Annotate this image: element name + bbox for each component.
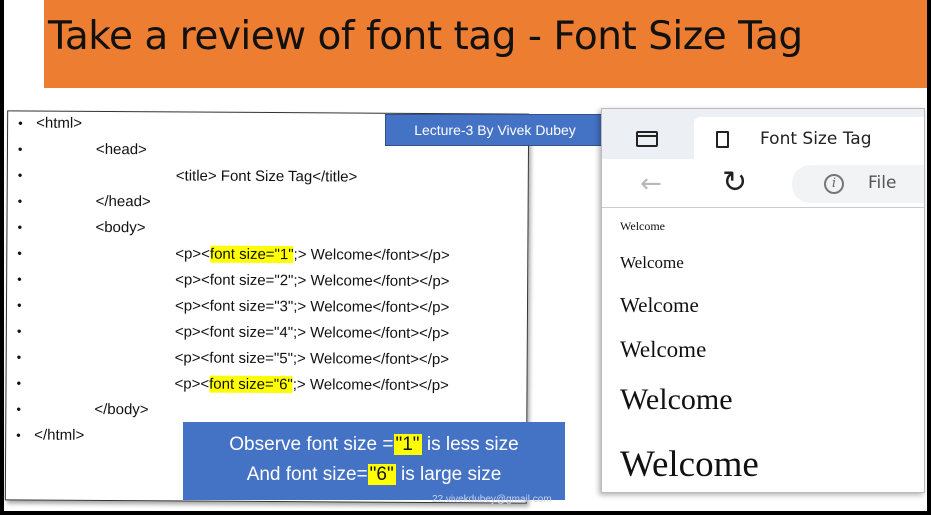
highlighted-attribute: font size="6" bbox=[209, 375, 293, 394]
welcome-size-3: Welcome bbox=[620, 293, 699, 317]
info-icon[interactable]: i bbox=[824, 174, 844, 194]
tab-font-size-tag[interactable]: Font Size Tag bbox=[694, 117, 924, 161]
welcome-size-2: Welcome bbox=[620, 253, 684, 272]
tab-strip: Font Size Tag bbox=[602, 109, 924, 161]
highlighted-attribute: font size="1" bbox=[209, 245, 294, 264]
divider bbox=[602, 207, 924, 208]
page-icon bbox=[716, 131, 729, 148]
email-watermark: 22.vivekdubey@gmail.com bbox=[432, 494, 552, 505]
observe-note: Observe font size = "1" is less size And … bbox=[183, 422, 565, 500]
welcome-size-1: Welcome bbox=[620, 219, 666, 233]
welcome-size-5: Welcome bbox=[620, 383, 733, 416]
slide-title: Take a review of font tag - Font Size Ta… bbox=[48, 14, 803, 59]
browser-window: Font Size Tag ← ↻ i File Welcome Welcome… bbox=[601, 108, 925, 493]
tab-title: Font Size Tag bbox=[760, 129, 872, 149]
address-bar[interactable]: i File bbox=[792, 165, 924, 203]
welcome-size-4: Welcome bbox=[620, 337, 707, 362]
address-text: File bbox=[868, 173, 897, 193]
back-arrow-icon[interactable]: ← bbox=[640, 169, 662, 199]
reload-icon[interactable]: ↻ bbox=[722, 165, 747, 200]
browser-toolbar: ← ↻ i File bbox=[602, 161, 924, 207]
lecture-label: Lecture-3 By Vivek Dubey bbox=[385, 114, 605, 146]
welcome-size-6: Welcome bbox=[620, 444, 759, 485]
tab-actions-icon[interactable] bbox=[636, 131, 658, 147]
slide: Take a review of font tag - Font Size Ta… bbox=[4, 0, 927, 511]
